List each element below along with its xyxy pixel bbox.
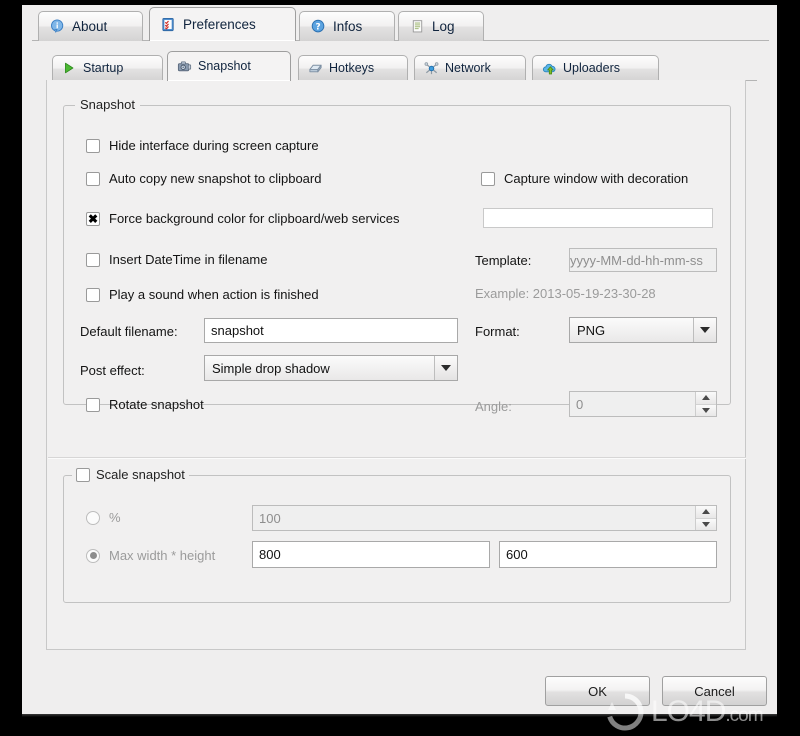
- rotate-snapshot-label: Rotate snapshot: [109, 397, 204, 412]
- play-sound-label: Play a sound when action is finished: [109, 287, 319, 302]
- scale-max-height-input[interactable]: 600: [499, 541, 717, 568]
- cancel-button[interactable]: Cancel: [662, 676, 767, 706]
- rotate-snapshot-checkbox[interactable]: [86, 397, 100, 412]
- scale-percent-spinner[interactable]: 100: [252, 505, 717, 531]
- tab-preferences-label: Preferences: [183, 16, 256, 32]
- post-effect-chevron-down-icon[interactable]: [434, 356, 457, 380]
- snapshot-group-title: Snapshot: [75, 97, 140, 112]
- scale-percent-row[interactable]: %: [86, 510, 121, 525]
- snapshot-settings-panel: Snapshot Hide interface during screen ca…: [46, 80, 746, 650]
- capture-decoration-label: Capture window with decoration: [504, 171, 689, 186]
- info-bubble-icon: [50, 19, 65, 34]
- capture-decoration-checkbox[interactable]: [481, 171, 495, 186]
- section-divider: [48, 457, 746, 459]
- preferences-window: About Preferences ? Infos Log Startup Sn…: [22, 5, 777, 717]
- scale-max-dimensions-label: Max width * height: [109, 548, 216, 563]
- template-label: Template:: [475, 253, 532, 268]
- tab-preferences[interactable]: Preferences: [149, 7, 296, 41]
- scale-percent-value: 100: [259, 510, 281, 526]
- format-label: Format:: [475, 324, 520, 339]
- main-tab-bar: About Preferences ? Infos Log: [22, 5, 777, 41]
- post-effect-combobox[interactable]: Simple drop shadow: [204, 355, 458, 381]
- auto-copy-checkbox[interactable]: [86, 171, 100, 186]
- tab-snapshot-label: Snapshot: [198, 59, 251, 74]
- insert-datetime-label: Insert DateTime in filename: [109, 252, 268, 267]
- tab-hotkeys[interactable]: Hotkeys: [298, 55, 408, 81]
- hide-interface-checkbox[interactable]: [86, 138, 100, 153]
- angle-increment-up-icon[interactable]: [696, 392, 716, 404]
- scale-percent-label: %: [109, 510, 121, 525]
- scale-snapshot-checkbox[interactable]: [76, 467, 90, 482]
- default-filename-input[interactable]: snapshot: [204, 318, 458, 343]
- capture-decoration-row[interactable]: Capture window with decoration: [481, 171, 688, 186]
- tab-infos[interactable]: ? Infos: [299, 11, 395, 41]
- post-effect-label: Post effect:: [80, 363, 145, 378]
- tab-log-label: Log: [432, 18, 455, 34]
- scale-percent-radio[interactable]: [86, 510, 100, 525]
- angle-value: 0: [576, 396, 584, 412]
- insert-datetime-row[interactable]: Insert DateTime in filename: [86, 252, 267, 267]
- angle-decrement-down-icon[interactable]: [696, 403, 716, 416]
- scale-percent-up-icon[interactable]: [696, 506, 716, 518]
- force-background-checkbox[interactable]: [86, 211, 100, 226]
- ok-button[interactable]: OK: [545, 676, 650, 706]
- scale-percent-spinner-buttons[interactable]: [695, 506, 716, 530]
- format-combobox[interactable]: PNG: [569, 317, 717, 343]
- hide-interface-row[interactable]: Hide interface during screen capture: [86, 138, 319, 153]
- keyboard-key-icon: [308, 61, 323, 76]
- hide-interface-label: Hide interface during screen capture: [109, 138, 319, 153]
- question-mark-icon: ?: [311, 19, 326, 34]
- scale-max-dimensions-row[interactable]: Max width * height: [86, 548, 215, 563]
- tab-startup-label: Startup: [83, 61, 124, 76]
- format-value: PNG: [577, 322, 606, 338]
- play-sound-checkbox[interactable]: [86, 287, 100, 302]
- post-effect-value: Simple drop shadow: [212, 360, 330, 376]
- background-color-swatch[interactable]: [483, 208, 713, 228]
- insert-datetime-checkbox[interactable]: [86, 252, 100, 267]
- angle-spinner-buttons[interactable]: [695, 392, 716, 416]
- scale-max-dimensions-radio[interactable]: [86, 548, 100, 563]
- clipboard-check-icon: [161, 17, 176, 32]
- scale-percent-down-icon[interactable]: [696, 517, 716, 530]
- tab-infos-label: Infos: [333, 18, 363, 34]
- scale-snapshot-label: Scale snapshot: [96, 467, 185, 482]
- play-sound-row[interactable]: Play a sound when action is finished: [86, 287, 319, 302]
- tab-snapshot[interactable]: Snapshot: [167, 51, 291, 81]
- tab-about-label: About: [72, 18, 108, 34]
- scale-max-width-input[interactable]: 800: [252, 541, 490, 568]
- rotate-snapshot-row[interactable]: Rotate snapshot: [86, 397, 204, 412]
- tab-uploaders[interactable]: Uploaders: [532, 55, 659, 81]
- camera-icon: [177, 59, 192, 74]
- force-background-label: Force background color for clipboard/web…: [109, 211, 400, 226]
- format-chevron-down-icon[interactable]: [693, 318, 716, 342]
- auto-copy-row[interactable]: Auto copy new snapshot to clipboard: [86, 171, 321, 186]
- scale-group-title[interactable]: Scale snapshot: [72, 467, 189, 482]
- network-node-icon: [424, 61, 439, 76]
- auto-copy-label: Auto copy new snapshot to clipboard: [109, 171, 322, 186]
- tab-network-label: Network: [445, 61, 491, 76]
- tab-about[interactable]: About: [38, 11, 143, 41]
- angle-spinner[interactable]: 0: [569, 391, 717, 417]
- tab-network[interactable]: Network: [414, 55, 526, 81]
- tab-log[interactable]: Log: [398, 11, 484, 41]
- document-lines-icon: [410, 19, 425, 34]
- preferences-sub-tab-bar: Startup Snapshot Hotkeys Network Uploade…: [22, 51, 777, 81]
- angle-label: Angle:: [475, 399, 512, 414]
- datetime-example-text: Example: 2013-05-19-23-30-28: [475, 286, 656, 301]
- svg-text:?: ?: [315, 23, 320, 33]
- scale-group-box: Scale snapshot: [63, 467, 731, 603]
- tab-startup[interactable]: Startup: [52, 55, 163, 81]
- default-filename-label: Default filename:: [80, 324, 178, 339]
- tab-hotkeys-label: Hotkeys: [329, 61, 375, 76]
- force-background-row[interactable]: Force background color for clipboard/web…: [86, 211, 399, 226]
- cloud-upload-icon: [542, 61, 557, 76]
- tab-uploaders-label: Uploaders: [563, 61, 620, 76]
- green-play-icon: [62, 61, 77, 76]
- screenshot-frame: About Preferences ? Infos Log Startup Sn…: [0, 0, 800, 734]
- template-input[interactable]: yyyy-MM-dd-hh-mm-ss: [569, 248, 717, 272]
